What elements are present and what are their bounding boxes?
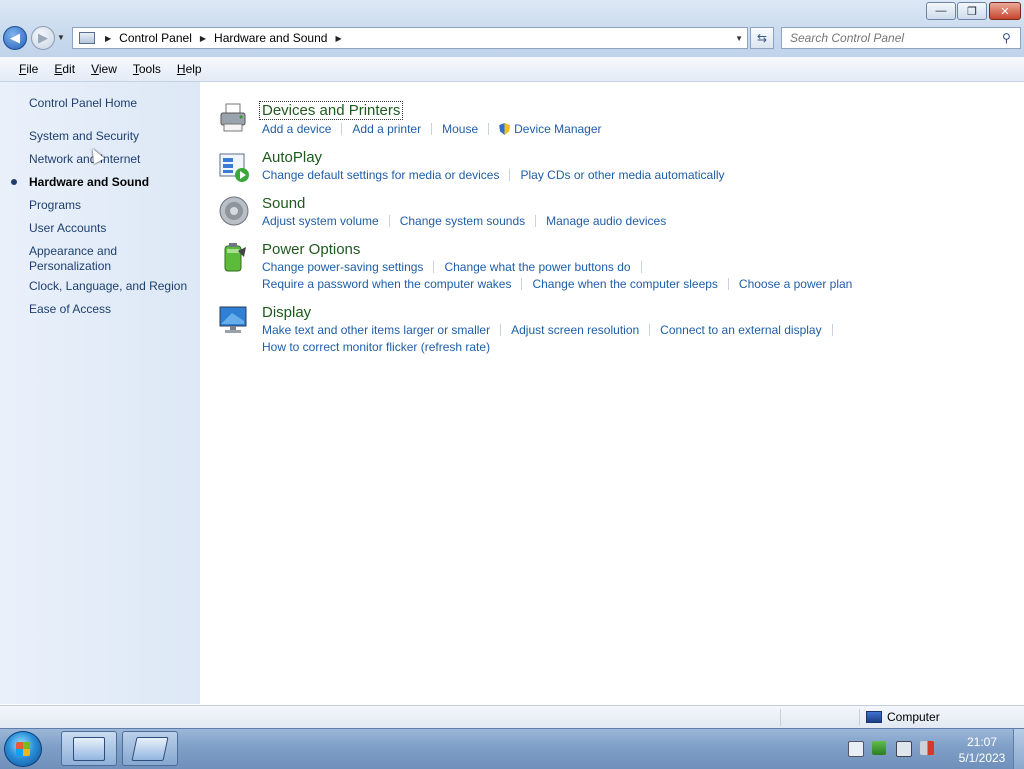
printer-icon (220, 103, 246, 132)
link-change-power-saving[interactable]: Change power-saving settings (262, 260, 423, 274)
taskbar: 21:07 5/1/2023 (0, 728, 1024, 769)
status-zone: Computer (866, 710, 940, 724)
clock-time: 21:07 (966, 735, 998, 749)
link-change-computer-sleeps[interactable]: Change when the computer sleeps (532, 277, 717, 291)
search-box[interactable]: ⚲ (781, 27, 1021, 49)
sidebar-item-clock-language-region[interactable]: Clock, Language, and Region (29, 279, 199, 294)
link-add-printer[interactable]: Add a printer (352, 122, 421, 136)
close-button[interactable]: ✕ (989, 2, 1021, 20)
menu-view[interactable]: View (83, 62, 125, 76)
menu-file[interactable]: File (11, 62, 46, 76)
sidebar-item-network-and-internet[interactable]: Network and Internet (29, 152, 199, 167)
search-icon[interactable]: ⚲ (1002, 31, 1011, 45)
search-input[interactable] (782, 30, 1002, 46)
sidebar-item-system-and-security[interactable]: System and Security (29, 129, 199, 144)
breadcrumb-arrow-icon[interactable]: ▶ (335, 34, 341, 43)
forward-arrow-icon: ▶ (38, 30, 48, 45)
clock-date: 5/1/2023 (958, 751, 1006, 765)
sidebar-item-programs[interactable]: Programs (29, 198, 199, 213)
monitor-icon (219, 306, 247, 333)
network-icon[interactable] (896, 741, 912, 757)
sidebar-item-appearance-line1[interactable]: Appearance and (29, 244, 199, 259)
refresh-icon: ⇆ (756, 31, 768, 45)
status-bar: Computer (0, 705, 1024, 729)
recent-pages-dropdown[interactable]: ▼ (57, 33, 65, 42)
category-panel: Devices and Printers Add a device Add a p… (200, 82, 1024, 704)
link-connect-external-display[interactable]: Connect to an external display (660, 323, 821, 337)
link-adjust-screen-resolution[interactable]: Adjust screen resolution (511, 323, 639, 337)
control-panel-icon (73, 736, 105, 761)
sidebar-item-hardware-and-sound[interactable]: Hardware and Sound (29, 175, 199, 190)
window-icon (131, 736, 169, 761)
status-divider (780, 709, 781, 726)
link-manage-audio-devices[interactable]: Manage audio devices (546, 214, 666, 228)
link-correct-monitor-flicker[interactable]: How to correct monitor flicker (refresh … (262, 340, 490, 354)
volume-muted-icon[interactable] (920, 741, 934, 755)
sidebar-item-appearance-line2[interactable]: Personalization (29, 259, 199, 274)
system-tray: 21:07 5/1/2023 (842, 729, 1024, 769)
display-links-row2: How to correct monitor flicker (refresh … (262, 340, 490, 355)
devices-and-printers-links: Add a device Add a printer Mouse Device Man… (262, 122, 602, 137)
link-change-system-sounds[interactable]: Change system sounds (400, 214, 525, 228)
link-choose-power-plan[interactable]: Choose a power plan (739, 277, 852, 291)
clock[interactable]: 21:07 5/1/2023 (942, 734, 1022, 766)
sidebar: Control Panel Home System and Security N… (0, 82, 200, 704)
power-options-links-row2: Require a password when the computer wak… (262, 277, 852, 292)
link-make-text-larger[interactable]: Make text and other items larger or smal… (262, 323, 490, 337)
power-options-links-row1: Change power-saving settings Change what … (262, 260, 652, 275)
link-play-cds-automatically[interactable]: Play CDs or other media automatically (520, 168, 724, 182)
back-arrow-icon: ◀ (10, 30, 20, 45)
autoplay-links: Change default settings for media or dev… (262, 168, 725, 183)
taskbar-window-button[interactable] (122, 731, 178, 766)
link-adjust-system-volume[interactable]: Adjust system volume (262, 214, 379, 228)
menu-tools[interactable]: Tools (125, 62, 169, 76)
link-mouse[interactable]: Mouse (442, 122, 478, 136)
menu-bar: File Edit View Tools Help (0, 57, 1024, 82)
uac-shield-icon (499, 123, 511, 135)
action-center-icon[interactable] (848, 741, 864, 757)
battery-icon (224, 243, 246, 272)
control-panel-icon (79, 32, 95, 44)
show-desktop-button[interactable] (1013, 729, 1024, 769)
link-require-password-wake[interactable]: Require a password when the computer wak… (262, 277, 511, 291)
refresh-button[interactable]: ⇆ (750, 27, 774, 49)
sound-links: Adjust system volume Change system sounds… (262, 214, 666, 229)
sidebar-item-user-accounts[interactable]: User Accounts (29, 221, 199, 236)
title-bar: — ❐ ✕ ◀ ▶ ▼ ▶ Control Panel ▶ Hardware a… (0, 0, 1024, 58)
safely-remove-hardware-icon[interactable] (872, 741, 886, 755)
status-zone-label: Computer (887, 710, 940, 724)
back-button[interactable]: ◀ (3, 26, 27, 50)
devices-and-printers-title[interactable]: Devices and Printers (258, 101, 404, 120)
display-title[interactable]: Display (262, 304, 311, 321)
current-item-bullet-icon (11, 179, 17, 185)
menu-help[interactable]: Help (169, 62, 210, 76)
power-options-title[interactable]: Power Options (262, 241, 360, 258)
minimize-button[interactable]: — (926, 2, 956, 20)
address-history-dropdown[interactable]: ▼ (735, 34, 743, 43)
link-add-device[interactable]: Add a device (262, 122, 331, 136)
link-change-power-buttons[interactable]: Change what the power buttons do (444, 260, 630, 274)
address-bar[interactable]: ▶ Control Panel ▶ Hardware and Sound ▶ ▼ (72, 27, 748, 49)
computer-icon (866, 711, 882, 723)
taskbar-control-panel-button[interactable] (61, 731, 117, 766)
autoplay-title[interactable]: AutoPlay (262, 149, 322, 166)
start-button[interactable] (4, 731, 42, 767)
forward-button[interactable]: ▶ (31, 26, 55, 50)
link-device-manager[interactable]: Device Manager (514, 122, 601, 136)
maximize-button[interactable]: ❐ (957, 2, 987, 20)
speaker-icon (219, 196, 249, 226)
breadcrumb-control-panel[interactable]: Control Panel (119, 31, 192, 45)
sound-title[interactable]: Sound (262, 195, 305, 212)
breadcrumb-arrow-icon[interactable]: ▶ (200, 34, 206, 43)
chevron-down-icon: ▼ (57, 33, 65, 42)
breadcrumb-hardware-and-sound[interactable]: Hardware and Sound (214, 31, 327, 45)
menu-edit[interactable]: Edit (46, 62, 83, 76)
status-divider (859, 709, 860, 726)
breadcrumb-arrow-icon[interactable]: ▶ (105, 34, 111, 43)
autoplay-icon (219, 153, 249, 182)
display-links-row1: Make text and other items larger or smal… (262, 323, 843, 338)
link-change-default-settings[interactable]: Change default settings for media or dev… (262, 168, 499, 182)
sidebar-item-ease-of-access[interactable]: Ease of Access (29, 302, 199, 317)
sidebar-item-control-panel-home[interactable]: Control Panel Home (29, 96, 199, 111)
